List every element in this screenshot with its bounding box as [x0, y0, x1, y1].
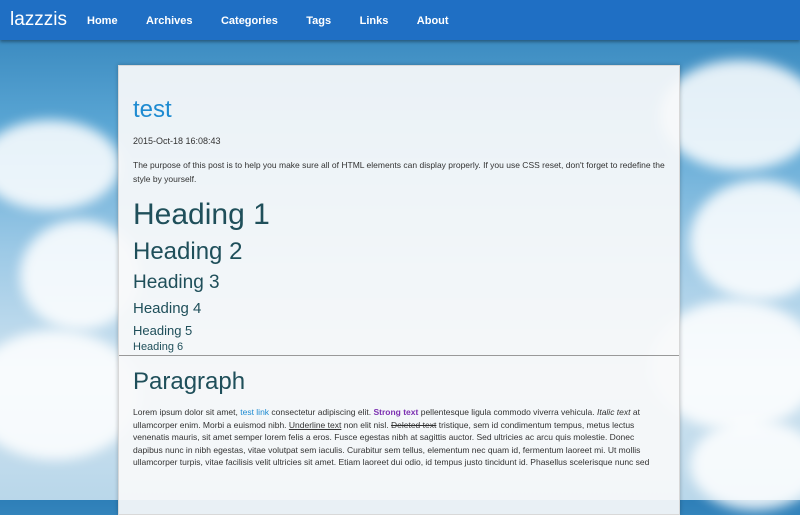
deleted-text: Deleted text: [390, 419, 437, 430]
heading-1: Heading 1: [133, 198, 270, 231]
test-link[interactable]: test link: [240, 407, 269, 417]
paragraph-text: non elit nisl.: [341, 419, 391, 430]
site-brand[interactable]: lazzzis: [10, 9, 67, 31]
heading-5: Heading 5: [133, 323, 193, 338]
post-intro: The purpose of this post is to help you …: [133, 160, 665, 184]
paragraph-text: Lorem ipsum dolor sit amet,: [133, 407, 241, 417]
paragraph-heading: Paragraph: [133, 368, 246, 395]
heading-2: Heading 2: [133, 238, 243, 265]
nav-about[interactable]: About: [417, 15, 449, 27]
strong-text: Strong text: [373, 407, 419, 417]
italic-text: Italic text: [596, 407, 631, 417]
heading-4: Heading 4: [133, 300, 202, 317]
underline-text: Underline text: [288, 419, 342, 430]
heading-3: Heading 3: [133, 272, 220, 293]
post-date: 2015-Oct-18 16:08:43: [133, 136, 221, 146]
top-navbar: lazzzis Home Archives Categories Tags Li…: [0, 0, 800, 40]
post-card: test 2015-Oct-18 16:08:43 The purpose of…: [118, 65, 680, 515]
nav-links[interactable]: Links: [360, 15, 389, 27]
divider: [119, 355, 679, 356]
paragraph-text: pellentesque ligula commodo viverra vehi…: [418, 407, 597, 417]
nav-archives[interactable]: Archives: [146, 15, 192, 27]
paragraph-body: Lorem ipsum dolor sit amet, test link co…: [133, 406, 665, 469]
paragraph-text: consectetur adipiscing elit.: [269, 407, 374, 417]
nav-categories[interactable]: Categories: [221, 15, 278, 27]
heading-6: Heading 6: [133, 341, 184, 353]
main-nav: Home Archives Categories Tags Links Abou…: [87, 11, 473, 29]
nav-home[interactable]: Home: [87, 15, 118, 27]
nav-tags[interactable]: Tags: [306, 15, 331, 27]
post-title[interactable]: test: [133, 96, 665, 124]
